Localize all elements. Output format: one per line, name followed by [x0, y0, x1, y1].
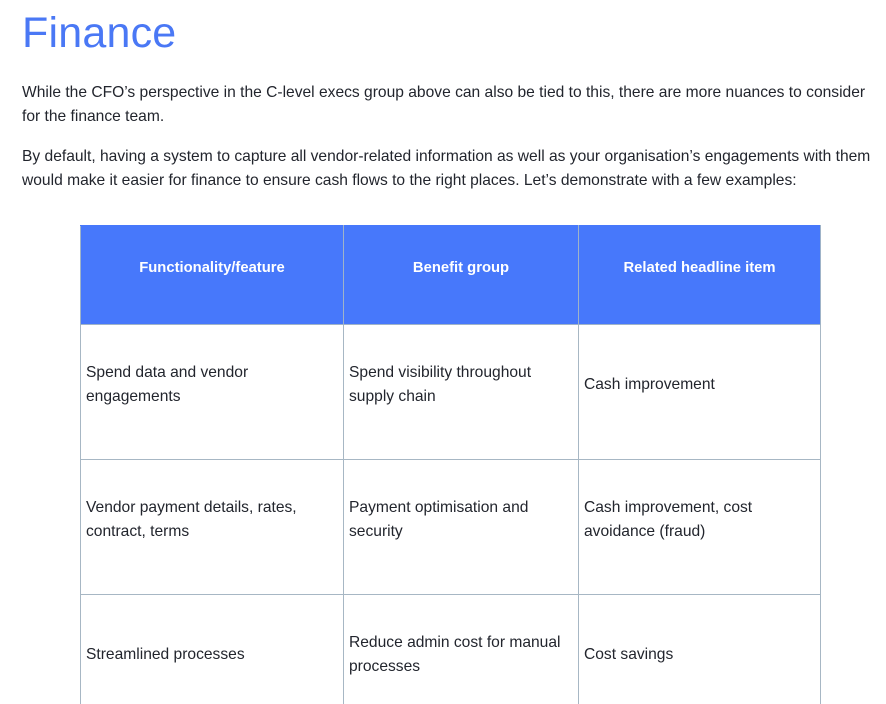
table-header-row: Functionality/feature Benefit group Rela… — [80, 225, 821, 325]
cell-benefit-group: Spend visibility throughout supply chain — [343, 324, 579, 460]
page-title: Finance — [22, 9, 177, 57]
cell-headline-item: Cash improvement, cost avoidance (fraud) — [578, 459, 821, 595]
cell-headline-item: Cash improvement — [578, 324, 821, 460]
cell-functionality: Vendor payment details, rates, contract,… — [80, 459, 344, 595]
cell-functionality: Streamlined processes — [80, 594, 344, 704]
table-row: Streamlined processes Reduce admin cost … — [80, 594, 821, 704]
header-benefit-group: Benefit group — [343, 225, 579, 325]
finance-benefits-table: Functionality/feature Benefit group Rela… — [80, 225, 821, 704]
cell-functionality: Spend data and vendor engagements — [80, 324, 344, 460]
intro-paragraph: While the CFO’s perspective in the C-lev… — [22, 84, 866, 125]
article-content: Finance While the CFO’s perspective in t… — [22, 0, 872, 193]
header-related-headline-item: Related headline item — [578, 225, 821, 325]
examples-paragraph: By default, having a system to capture a… — [22, 148, 871, 189]
table-row: Spend data and vendor engagements Spend … — [80, 324, 821, 460]
table-row: Vendor payment details, rates, contract,… — [80, 459, 821, 595]
cell-headline-item: Cost savings — [578, 594, 821, 704]
cell-benefit-group: Payment optimisation and security — [343, 459, 579, 595]
cell-benefit-group: Reduce admin cost for manual processes — [343, 594, 579, 704]
header-functionality: Functionality/feature — [80, 225, 344, 325]
